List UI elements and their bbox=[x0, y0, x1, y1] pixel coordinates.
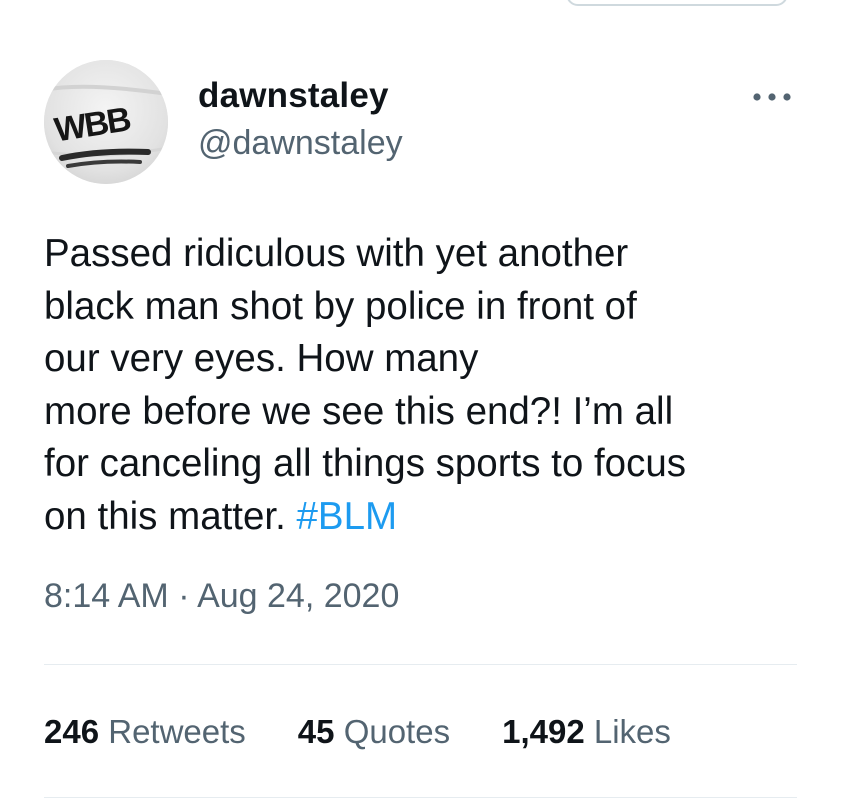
avatar-image: WBB bbox=[44, 60, 168, 184]
more-options-button[interactable] bbox=[744, 80, 800, 114]
top-button-edge[interactable] bbox=[566, 0, 788, 6]
tweet-text: Passed ridiculous with yet another black… bbox=[44, 228, 814, 543]
quotes-label: Quotes bbox=[343, 713, 451, 750]
tweet-text-line: Passed ridiculous with yet another bbox=[44, 232, 629, 275]
tweet-timestamp[interactable]: 8:14 AM · Aug 24, 2020 bbox=[44, 577, 399, 616]
likes-label: Likes bbox=[593, 713, 671, 750]
engagement-stats: 246 Retweets 45 Quotes 1,492 Likes bbox=[44, 713, 671, 751]
likes-stat[interactable]: 1,492 Likes bbox=[502, 713, 671, 751]
hashtag-link[interactable]: #BLM bbox=[297, 495, 398, 538]
tweet-text-line: for canceling all things sports to focus bbox=[44, 442, 686, 485]
tweet-text-line: our very eyes. How many bbox=[44, 337, 479, 380]
retweets-count: 246 bbox=[44, 713, 100, 750]
tweet-text-line: on this matter. bbox=[44, 494, 297, 538]
author-name[interactable]: dawnstaley bbox=[198, 76, 389, 116]
retweets-label: Retweets bbox=[108, 713, 246, 750]
divider bbox=[44, 797, 797, 798]
likes-count: 1,492 bbox=[502, 713, 585, 750]
tweet-text-line: more before we see this end?! I’m all bbox=[44, 389, 674, 433]
tweet-text-line: black man shot by police in front of bbox=[44, 284, 637, 328]
divider bbox=[44, 664, 797, 665]
tweet-text-last-line: on this matter. #BLM bbox=[44, 491, 814, 544]
avatar[interactable]: WBB bbox=[44, 60, 168, 184]
author-handle[interactable]: @dawnstaley bbox=[198, 124, 403, 163]
retweets-stat[interactable]: 246 Retweets bbox=[44, 713, 246, 751]
quotes-stat[interactable]: 45 Quotes bbox=[298, 713, 450, 751]
tweet-detail-page: WBB dawnstaley @dawnstaley Passed ridicu… bbox=[0, 0, 841, 800]
quotes-count: 45 bbox=[297, 713, 335, 750]
more-horizontal-icon bbox=[753, 93, 791, 101]
